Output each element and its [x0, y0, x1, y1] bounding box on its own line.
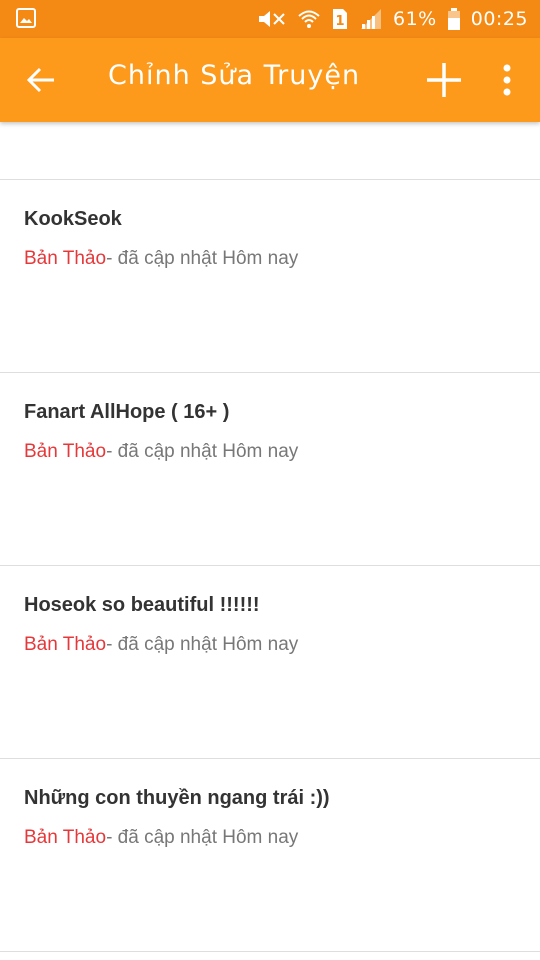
story-title: Fanart AllHope ( 16+ ): [24, 401, 230, 423]
story-meta: Bản Thảo- đã cập nhật Hôm nay: [24, 827, 298, 849]
app-bar: Chỉnh Sửa Truyện: [0, 38, 540, 122]
back-arrow-icon[interactable]: [22, 62, 62, 98]
more-vertical-icon[interactable]: [496, 62, 518, 98]
story-item[interactable]: KookSeok Bản Thảo- đã cập nhật Hôm nay: [0, 180, 540, 373]
list-top-spacer: [0, 122, 540, 180]
story-list: KookSeok Bản Thảo- đã cập nhật Hôm nay F…: [0, 122, 540, 952]
story-meta: Bản Thảo- đã cập nhật Hôm nay: [24, 634, 298, 656]
story-title: Những con thuyền ngang trái :)): [24, 787, 330, 809]
battery-icon: [447, 8, 460, 30]
story-status: Bản Thảo: [24, 441, 107, 462]
story-title: Hoseok so beautiful !!!!!!: [24, 594, 260, 616]
story-status: Bản Thảo: [24, 827, 107, 848]
story-meta: Bản Thảo- đã cập nhật Hôm nay: [24, 441, 298, 463]
sim-icon: 1: [333, 9, 347, 29]
story-status: Bản Thảo: [24, 634, 107, 655]
battery-percent: 61%: [393, 8, 437, 30]
story-updated: - đã cập nhật Hôm nay: [106, 634, 299, 655]
sim-label: 1: [335, 14, 344, 29]
story-item[interactable]: Hoseok so beautiful !!!!!! Bản Thảo- đã …: [0, 566, 540, 759]
story-title: KookSeok: [24, 208, 122, 230]
story-item[interactable]: Fanart AllHope ( 16+ ) Bản Thảo- đã cập …: [0, 373, 540, 566]
story-status: Bản Thảo: [24, 248, 107, 269]
story-item[interactable]: Những con thuyền ngang trái :)) Bản Thảo…: [0, 759, 540, 952]
add-icon[interactable]: [424, 60, 464, 100]
mute-icon: [259, 11, 285, 27]
story-updated: - đã cập nhật Hôm nay: [106, 441, 299, 462]
status-bar: 1 61% 00:25: [0, 0, 540, 38]
page-title: Chỉnh Sửa Truyện: [108, 60, 361, 91]
story-meta: Bản Thảo- đã cập nhật Hôm nay: [24, 248, 298, 270]
story-updated: - đã cập nhật Hôm nay: [106, 248, 299, 269]
signal-icon: [361, 9, 381, 29]
story-updated: - đã cập nhật Hôm nay: [106, 827, 299, 848]
clock: 00:25: [470, 8, 528, 30]
wifi-icon: [298, 10, 320, 28]
gallery-icon: [16, 8, 36, 28]
